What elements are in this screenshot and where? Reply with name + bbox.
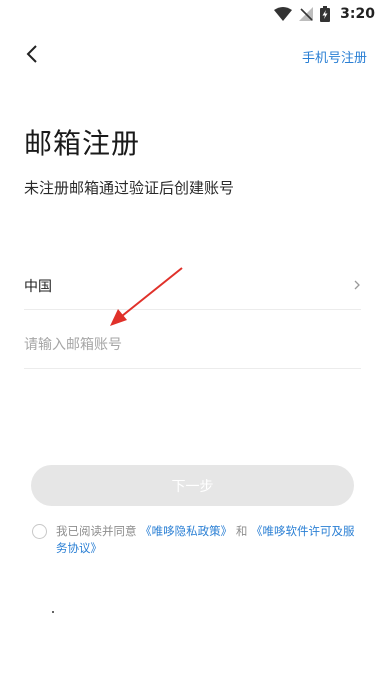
privacy-policy-link[interactable]: 《唯哆隐私政策》 [140,524,232,538]
agreement-prefix: 我已阅读并同意 [56,524,137,538]
agreement-text: 我已阅读并同意 《唯哆隐私政策》 和 《唯哆软件许可及服务协议》 [56,523,356,557]
stray-dot [52,611,54,613]
agreement-conjunction: 和 [235,524,248,538]
country-selector[interactable]: 中国 [24,262,361,310]
status-bar: 3:20 [0,0,385,28]
email-field-row [24,322,361,369]
next-button[interactable]: 下一步 [31,465,354,506]
agree-checkbox[interactable] [32,524,47,539]
country-label: 中国 [24,278,52,295]
no-signal-icon [299,7,314,21]
chevron-left-icon [25,44,39,68]
phone-register-link[interactable]: 手机号注册 [302,47,367,66]
status-time: 3:20 [340,6,375,22]
battery-charging-icon [320,6,331,22]
page-title: 邮箱注册 [24,127,141,160]
back-button[interactable] [20,44,44,68]
email-input[interactable] [24,337,361,353]
annotation-arrow-icon [110,267,183,326]
page-subtitle: 未注册邮箱通过验证后创建账号 [24,179,235,197]
chevron-right-icon [353,276,361,295]
wifi-icon [274,7,293,21]
